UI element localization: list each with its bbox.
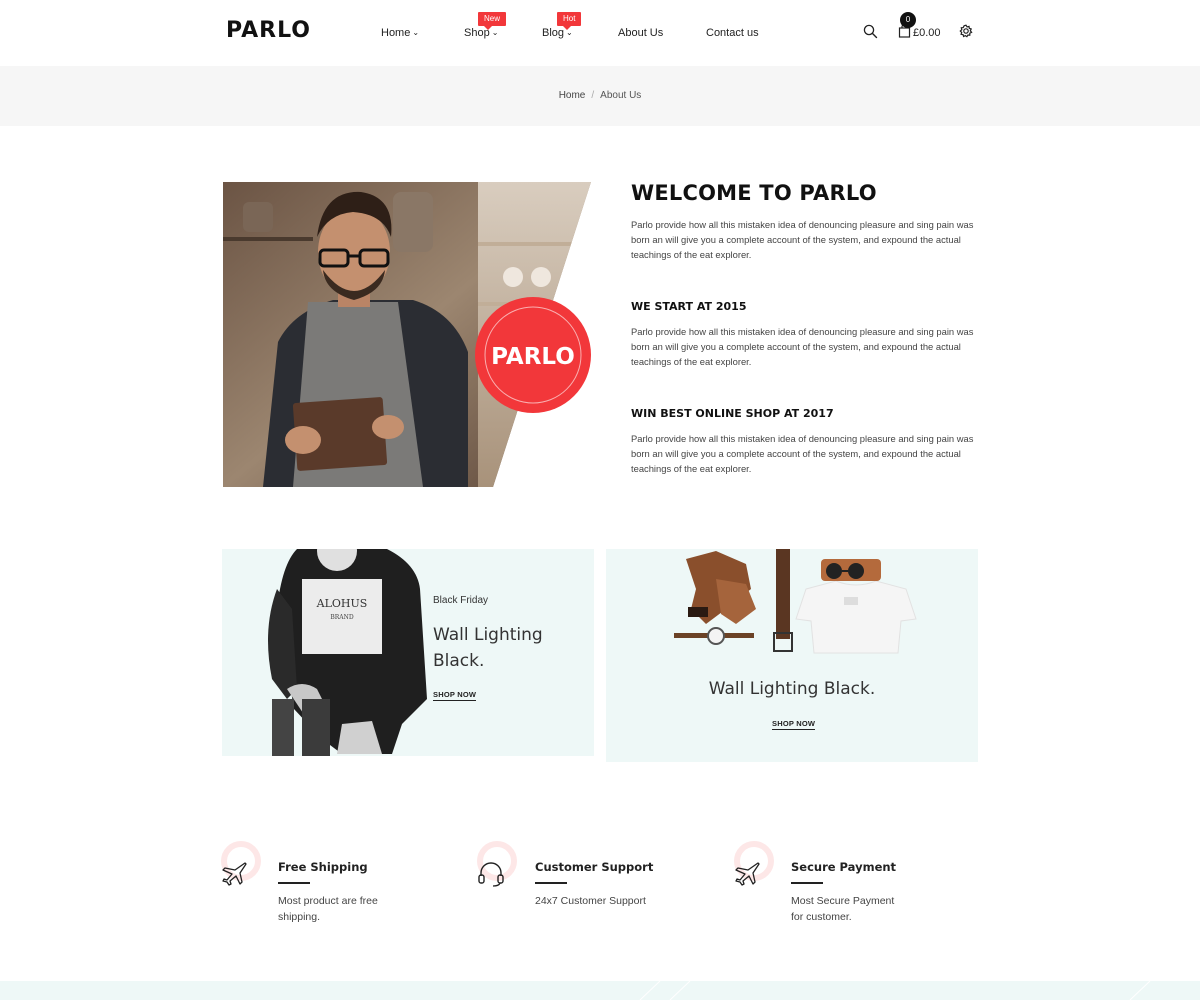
banner-title: Wall Lighting Black.	[708, 679, 876, 699]
feature-title: Free Shipping	[278, 860, 368, 874]
promo-banner[interactable]: Wall Lighting Black. SHOP NOW	[606, 549, 978, 762]
breadcrumb-bar: Home / About Us	[0, 66, 1200, 126]
chevron-down-icon: ⌄	[566, 28, 573, 37]
breadcrumb-current: About Us	[600, 90, 642, 101]
shop-now-link[interactable]: SHOP NOW	[772, 719, 816, 730]
about-section-text: Parlo provide how all this mistaken idea…	[631, 433, 974, 474]
feature-description-line: 24x7 Customer Support	[535, 895, 646, 907]
banner-title-line: Wall Lighting	[433, 625, 543, 645]
about-section-heading: WE START AT 2015	[631, 300, 747, 313]
footer-decoration	[639, 981, 1151, 1000]
banner-eyebrow: Black Friday	[433, 595, 489, 606]
airplane-icon	[222, 862, 247, 886]
feature-divider	[791, 882, 823, 884]
cart-total[interactable]: £0.00	[913, 27, 941, 39]
nav-home-label: Home	[381, 27, 411, 39]
chevron-down-icon: ⌄	[412, 28, 420, 37]
about-section-text: Parlo provide how all this mistaken idea…	[631, 326, 974, 367]
footer-strip	[0, 981, 1200, 1000]
nav-shop[interactable]: Shop ⌄	[464, 27, 498, 39]
site-logo[interactable]: PARLO	[226, 18, 311, 43]
nav-about[interactable]: About Us	[618, 27, 663, 39]
airplane-icon	[735, 862, 760, 886]
feature-description: Most product are free shipping.	[278, 893, 428, 925]
about-photo: PARLO	[223, 182, 591, 487]
shirt-print-text: ALOHUS	[316, 597, 368, 610]
banner-title-line: Black.	[433, 651, 485, 671]
breadcrumb: Home / About Us	[0, 90, 1200, 101]
about-section-heading: WIN BEST ONLINE SHOP AT 2017	[631, 407, 834, 420]
feature-description-line: shipping.	[278, 911, 321, 923]
feature-divider	[278, 882, 310, 884]
nav-home[interactable]: Home ⌄	[381, 27, 419, 39]
banner-model-image: ALOHUS BRAND	[268, 549, 427, 756]
parlo-badge-text: PARLO	[491, 344, 575, 370]
feature-description: Most Secure Payment for customer.	[791, 893, 941, 925]
banner-title: Wall Lighting Black.	[433, 622, 543, 674]
feature-description: 24x7 Customer Support	[535, 893, 685, 909]
feature-title: Secure Payment	[791, 860, 897, 874]
nav-blog-badge: Hot	[557, 12, 582, 30]
headset-icon	[478, 862, 504, 887]
promo-banner[interactable]: ALOHUS BRAND Black Friday Wall Lighting …	[222, 549, 594, 756]
chevron-down-icon: ⌄	[491, 28, 499, 37]
shop-now-link[interactable]: SHOP NOW	[433, 690, 477, 701]
nav-blog[interactable]: Blog ⌄	[542, 27, 573, 39]
feature-divider	[535, 882, 567, 884]
feature-description-line: Most Secure Payment	[791, 895, 895, 907]
breadcrumb-home[interactable]: Home	[559, 90, 586, 101]
gear-icon[interactable]	[959, 24, 973, 38]
breadcrumb-separator: /	[591, 90, 595, 101]
feature-title: Customer Support	[535, 860, 654, 874]
banner-products-image	[674, 549, 917, 654]
search-icon[interactable]	[863, 24, 878, 39]
svg-text:BRAND: BRAND	[330, 614, 354, 621]
about-intro: Parlo provide how all this mistaken idea…	[631, 219, 974, 260]
nav-contact[interactable]: Contact us	[706, 27, 759, 39]
nav-shop-label: Shop	[464, 27, 490, 39]
feature-description-line: for customer.	[791, 911, 852, 923]
about-title: WELCOME TO PARLO	[631, 181, 877, 205]
site-header: PARLO Home ⌄ New Shop ⌄ Hot Blog ⌄ About Us…	[0, 0, 1200, 66]
cart-count-badge: 0	[900, 12, 916, 28]
feature-description-line: Most product are free	[278, 895, 378, 907]
nav-blog-label: Blog	[542, 27, 565, 39]
nav-shop-badge: New	[478, 12, 507, 30]
